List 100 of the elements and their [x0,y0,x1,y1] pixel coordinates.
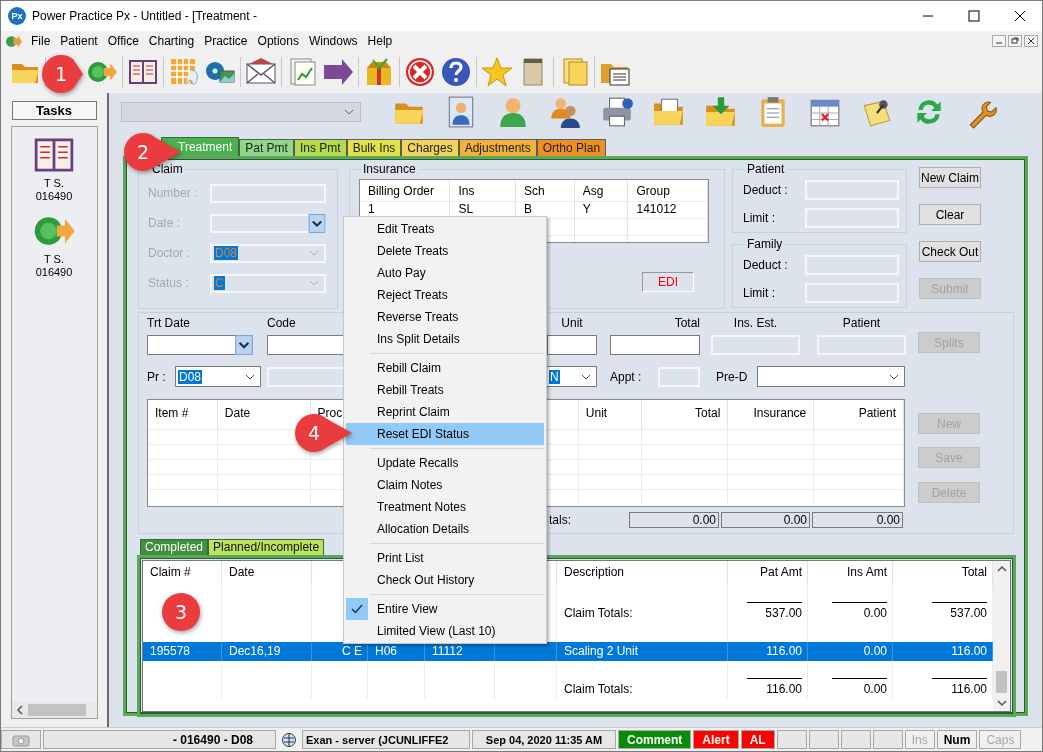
button[interactable]: New Claim [919,167,981,188]
menu-item[interactable]: File [28,34,58,48]
menu-item[interactable]: Ins Split Details [346,328,544,350]
scroll-down-icon[interactable] [996,699,1007,707]
scroll-left-icon[interactable] [15,705,24,715]
status-flag[interactable]: Comment [618,730,692,749]
menu-item[interactable]: Auto Pay [346,262,544,284]
column-header: Date [222,561,312,585]
field-label: Ins. Est. [733,315,778,331]
column-header: Ins Amt [808,561,893,585]
tab[interactable]: Completed [140,539,209,555]
table-cell: Scaling 2 Unit [557,642,728,661]
button[interactable]: Clear [919,204,981,225]
field-label: Code [267,315,296,331]
column-header: Patient [814,400,904,429]
menu-item[interactable]: Patient [57,34,105,48]
menu-item[interactable]: Charting [145,34,202,48]
field-label: Total [674,315,700,331]
menu-item[interactable]: Reject Treats [346,284,544,306]
field-label: Number : [148,186,199,200]
column-header: Unit [578,400,642,429]
scrollbar[interactable] [11,702,97,718]
tab[interactable]: Ortho Plan [536,139,607,156]
printer-icon[interactable] [600,95,634,129]
status-datetime: Sep 04, 2020 11:35 AM [472,730,616,749]
chevron-down-icon [309,280,319,286]
tab[interactable]: Charges [401,139,459,156]
table-cell: 141012 [628,202,708,219]
field-label: Status : [148,276,190,290]
close-icon[interactable] [1024,35,1038,47]
scrollbar[interactable] [993,561,1010,711]
minimize-icon[interactable] [992,35,1006,47]
column-header: Insurance [728,400,815,429]
column-header: Ins [450,180,517,202]
menu-item[interactable]: Options [254,34,306,48]
menu-item[interactable]: Print List [346,547,544,569]
menu-item[interactable]: Treatment Notes [346,496,544,518]
menu-item[interactable]: Update Recalls [346,452,544,474]
tab[interactable]: Adjustments [458,139,537,156]
input-field[interactable] [547,335,597,355]
menu-item[interactable]: Limited View (Last 10) [346,620,544,642]
tab[interactable]: Ins Pmt [293,139,347,156]
key-indicator: Num [936,730,978,749]
restore-icon[interactable] [1008,35,1022,47]
menu-item[interactable]: Claim Notes [346,474,544,496]
table-cell: Y [574,202,629,219]
scroll-thumb[interactable] [27,704,86,716]
column-header: Billing Order [360,180,451,202]
key-indicator: Caps [979,730,1022,749]
folder-arrow-icon[interactable] [704,95,738,129]
window-title: Power Practice Px - Untitled - [Treatment - [32,9,257,23]
scroll-thumb[interactable] [996,671,1007,693]
menu-item[interactable]: Allocation Details [346,518,544,540]
tab[interactable]: Bulk Ins [346,139,402,156]
table-cell: 116.00 [728,642,808,661]
selected-row[interactable]: 195578 Dec16,19 C E H06 11112 Scaling 2 Unit 116.00 0.00 116.00 [143,642,993,661]
status-flag[interactable]: AL [740,730,775,749]
field-label: Limit : [743,211,776,225]
dropdown-button-icon[interactable] [308,213,326,233]
dropdown-button-icon[interactable] [235,335,253,355]
column-header: Total [641,400,729,429]
star-icon[interactable] [481,56,513,88]
task-item[interactable]: T S. 016490 [32,209,76,279]
table-cell: Claim Totals: [557,604,728,623]
camera-icon[interactable] [12,732,30,747]
menu-item[interactable]: Entire View [346,598,544,620]
table-cell [148,489,218,504]
total-field: 0.00 [812,512,903,528]
tab[interactable]: Planned/Incomplete [208,539,325,555]
totals-label: tals: [549,513,572,527]
field-label: Deduct : [743,258,789,272]
people-icon[interactable] [548,95,582,129]
button[interactable]: Check Out [919,241,981,262]
column-header: Sch [516,180,575,202]
input-field[interactable] [610,335,700,355]
status-flag[interactable]: Alert [693,730,739,749]
menu-item[interactable]: Reset EDI Status [346,423,544,445]
task-item[interactable]: T S. 016490 [32,133,76,203]
combo-field[interactable] [757,366,905,387]
menu-item[interactable]: Delete Treats [346,240,544,262]
menu-item[interactable]: Reverse Treats [346,306,544,328]
table-cell: Claim Totals: [557,680,728,699]
help-icon[interactable] [440,56,472,88]
chevron-down-icon [309,250,319,256]
date-field[interactable] [147,335,253,355]
combo-field[interactable]: D08 [175,366,261,387]
status-user: Exan - server (JCUNLIFFE2 [302,730,470,749]
tab[interactable]: Pat Pmt [239,139,294,156]
group-title: Family [746,237,784,251]
menu-item[interactable]: Edit Treats [346,218,544,240]
menu-item[interactable]: Help [364,34,400,48]
menu-item[interactable]: Check Out History [346,569,544,591]
cancel-icon[interactable] [404,56,436,88]
menu-item[interactable]: Windows [305,34,365,48]
menu-item[interactable]: Practice [201,34,255,48]
menu-item[interactable]: Office [104,34,146,48]
maximize-icon[interactable] [968,10,980,22]
field-label: Doctor : [148,246,191,260]
close-icon[interactable] [1014,10,1026,22]
scroll-up-icon[interactable] [996,565,1007,573]
